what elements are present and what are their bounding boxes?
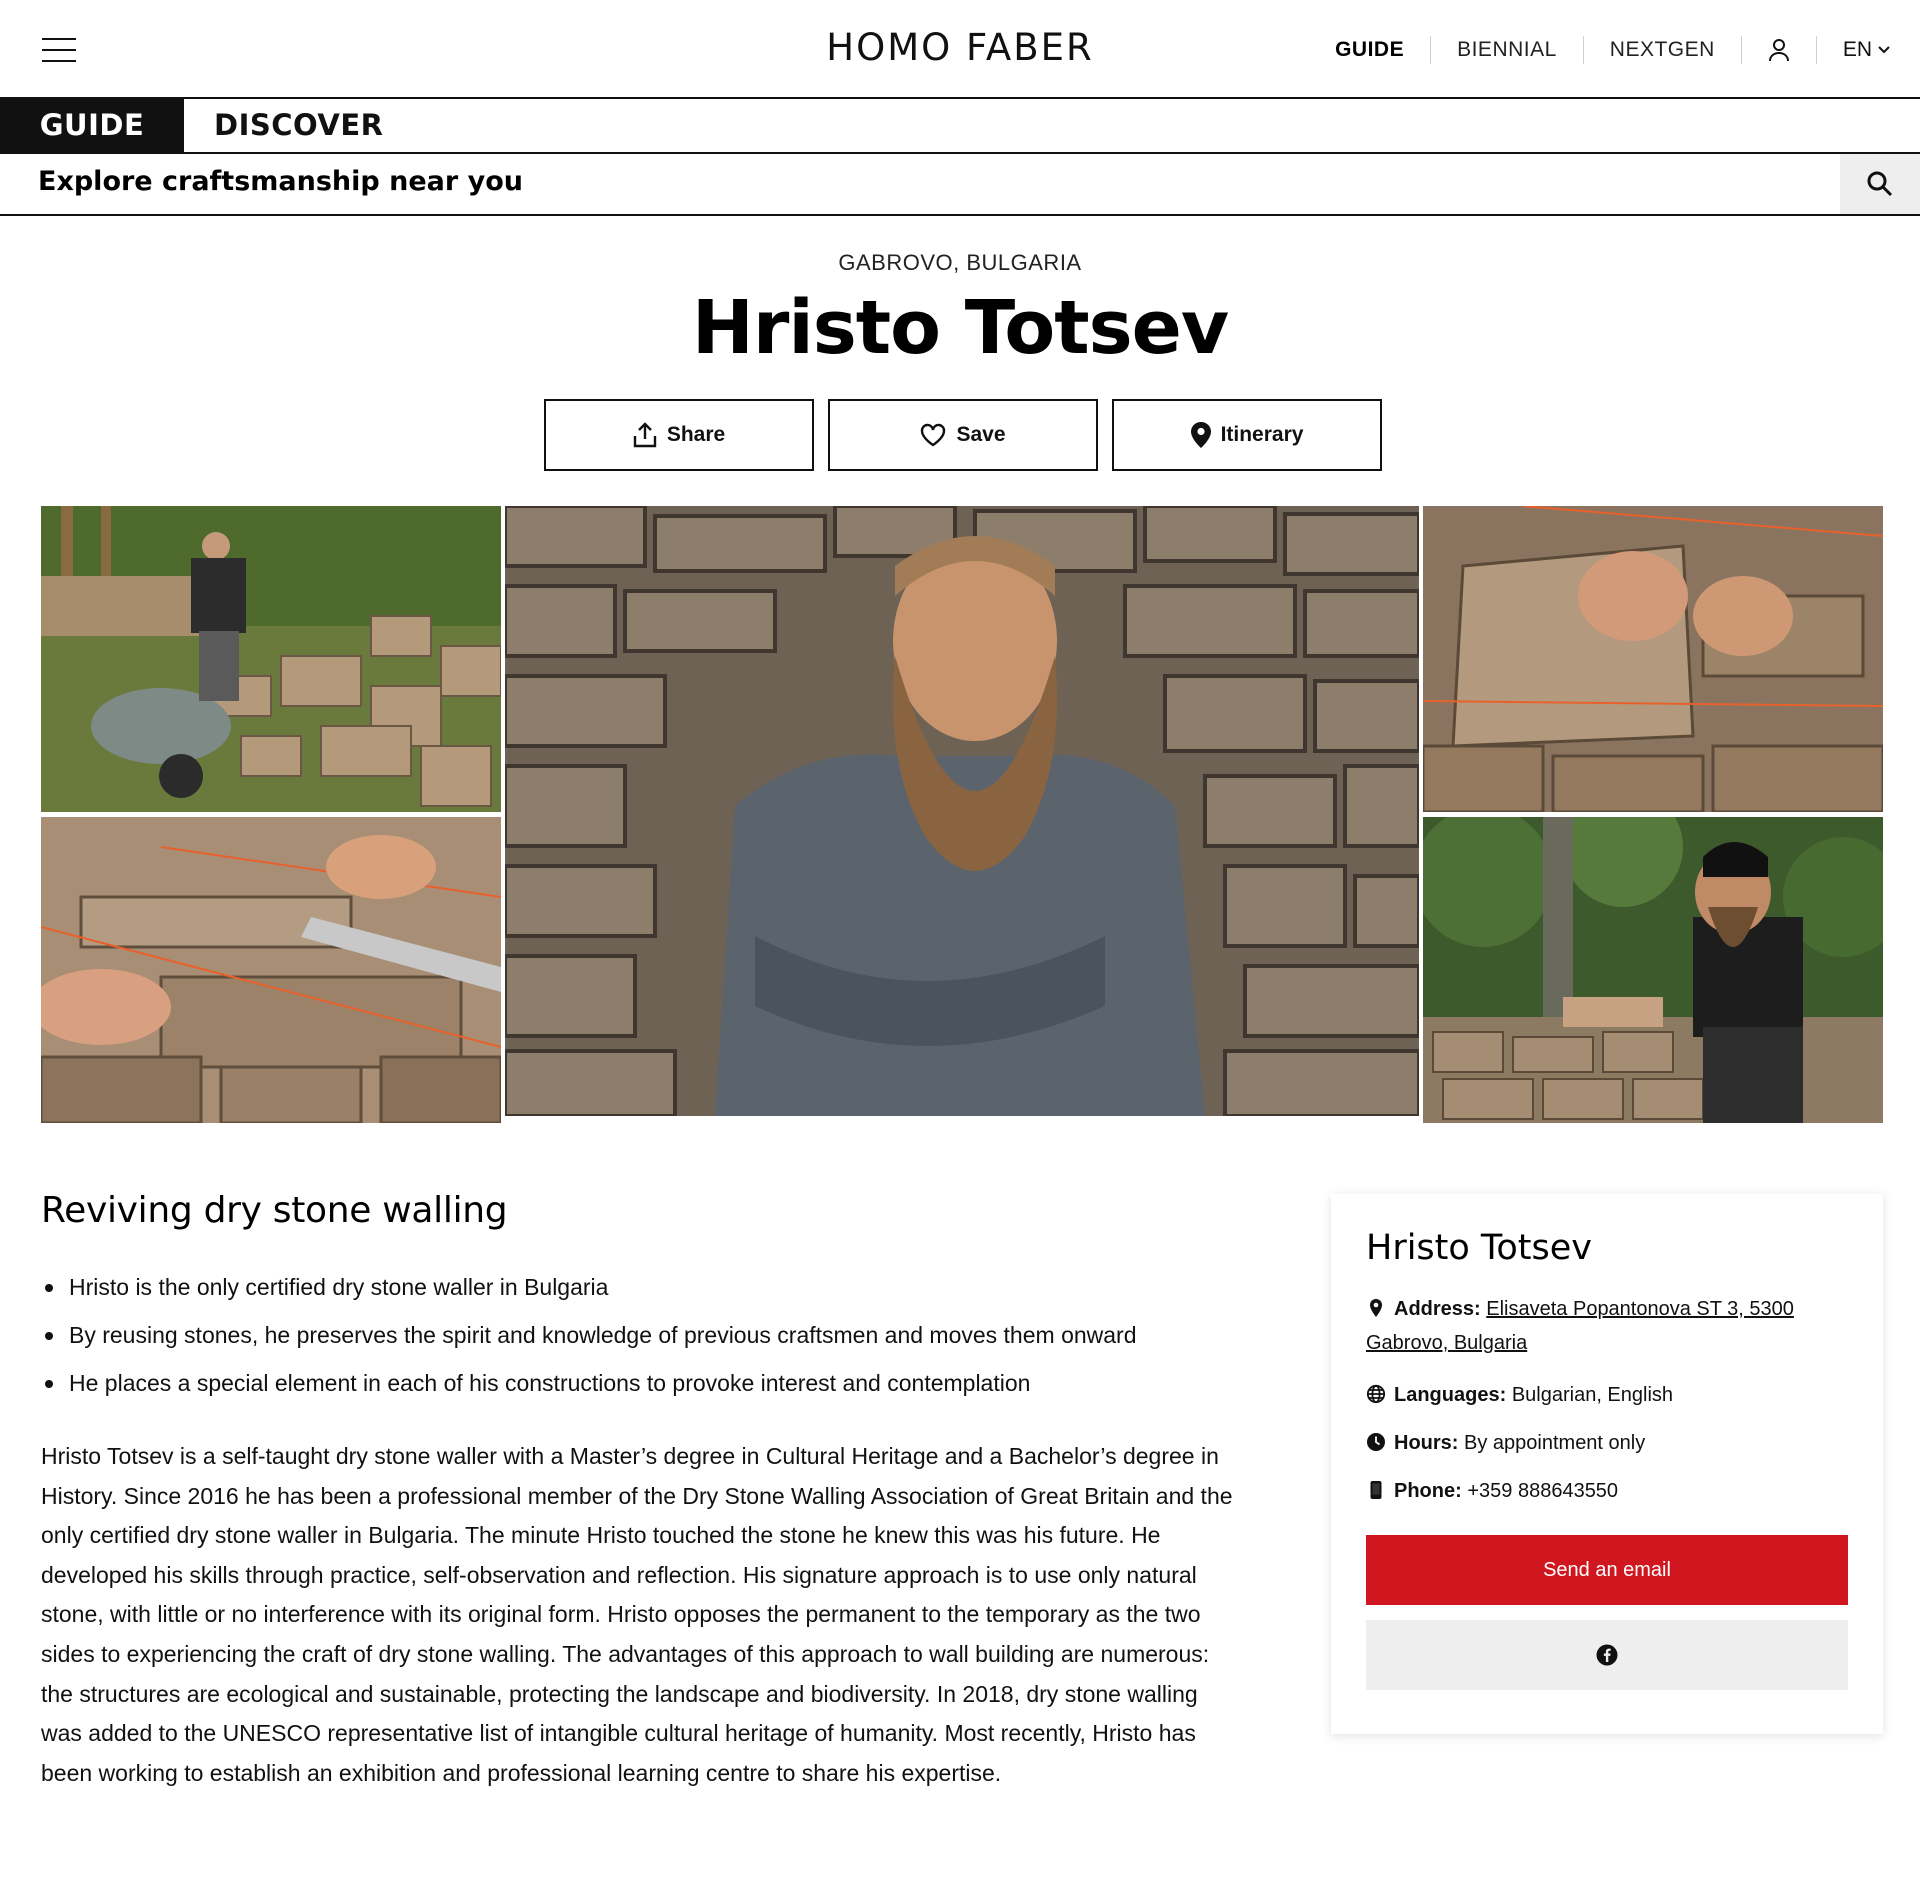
phone-value[interactable]: +359 888643550	[1467, 1480, 1618, 1502]
share-button[interactable]: Share	[544, 399, 814, 471]
save-button[interactable]: Save	[828, 399, 1098, 471]
list-item: By reusing stones, he preserves the spir…	[41, 1311, 1241, 1359]
languages-row: Languages: Bulgarian, English	[1366, 1378, 1836, 1412]
gallery-photo-hands-on-stone[interactable]	[1423, 506, 1883, 812]
language-label: EN	[1842, 38, 1872, 61]
page-title: Hristo Totsev	[691, 285, 1229, 371]
languages-label: Languages:	[1394, 1384, 1507, 1406]
phone-icon	[1370, 1481, 1382, 1499]
article-heading: Reviving dry stone walling	[41, 1190, 508, 1231]
languages-value: Bulgarian, English	[1511, 1384, 1674, 1406]
facebook-icon	[1596, 1644, 1618, 1666]
hours-row: Hours: By appointment only	[1366, 1426, 1836, 1460]
chevron-down-icon	[1878, 46, 1890, 54]
article-body: Hristo Totsev is a self-taught dry stone…	[41, 1443, 1233, 1786]
map-pin-icon	[1370, 1299, 1382, 1317]
phone-label: Phone:	[1394, 1480, 1462, 1502]
gallery-photo-portrait[interactable]	[505, 506, 1419, 1116]
globe-icon	[1366, 1384, 1386, 1404]
explore-bar: Explore craftsmanship near you	[0, 154, 1920, 216]
contact-card: Hristo Totsev Address: Elisaveta Popanto…	[1331, 1194, 1883, 1734]
nav-nextgen[interactable]: NEXTGEN	[1584, 30, 1741, 70]
share-icon	[633, 422, 657, 448]
menu-icon[interactable]	[42, 38, 76, 64]
itinerary-button[interactable]: Itinerary	[1112, 399, 1382, 471]
search-icon	[1867, 171, 1893, 197]
address-row: Address: Elisaveta Popantonova ST 3, 530…	[1366, 1292, 1836, 1360]
site-logo[interactable]: HOMO FABER	[826, 26, 1093, 69]
section-tabs: GUIDE DISCOVER	[0, 99, 1920, 154]
heart-icon	[921, 423, 946, 447]
list-item: Hristo is the only certified dry stone w…	[41, 1263, 1241, 1311]
gallery-photo-leveling-stone[interactable]	[41, 817, 501, 1123]
address-label: Address:	[1394, 1298, 1481, 1320]
hours-label: Hours:	[1394, 1432, 1459, 1454]
explore-label[interactable]: Explore craftsmanship near you	[38, 166, 523, 197]
tab-guide[interactable]: GUIDE	[0, 99, 184, 152]
top-nav: GUIDE BIENNIAL NEXTGEN EN	[1309, 30, 1890, 70]
map-pin-icon	[1190, 422, 1211, 448]
gallery-photo-forest-wall[interactable]	[1423, 817, 1883, 1123]
nav-biennial[interactable]: BIENNIAL	[1431, 30, 1583, 70]
card-title: Hristo Totsev	[1366, 1228, 1592, 1268]
action-buttons: Share Save Itinerary	[544, 399, 1382, 471]
photo-gallery	[41, 506, 1883, 1123]
highlights-list: Hristo is the only certified dry stone w…	[41, 1263, 1241, 1407]
profile-location: GABROVO, BULGARIA	[838, 250, 1082, 275]
phone-row: Phone: +359 888643550	[1366, 1474, 1836, 1508]
itinerary-label: Itinerary	[1220, 423, 1304, 446]
share-label: Share	[666, 423, 726, 446]
search-button[interactable]	[1840, 154, 1920, 214]
send-email-button[interactable]: Send an email	[1366, 1535, 1848, 1605]
tab-discover[interactable]: DISCOVER	[184, 99, 384, 152]
user-icon[interactable]	[1742, 38, 1816, 62]
nav-guide[interactable]: GUIDE	[1309, 30, 1430, 70]
list-item: He places a special element in each of h…	[41, 1359, 1241, 1407]
article: Reviving dry stone walling Hristo is the…	[41, 1190, 1241, 1793]
save-label: Save	[956, 423, 1006, 446]
language-selector[interactable]: EN	[1817, 38, 1890, 62]
facebook-button[interactable]	[1366, 1620, 1848, 1690]
gallery-photo-garden-wall[interactable]	[41, 506, 501, 812]
hours-value: By appointment only	[1464, 1432, 1646, 1454]
clock-icon	[1367, 1433, 1385, 1451]
site-header: HOMO FABER GUIDE BIENNIAL NEXTGEN EN	[0, 0, 1920, 99]
